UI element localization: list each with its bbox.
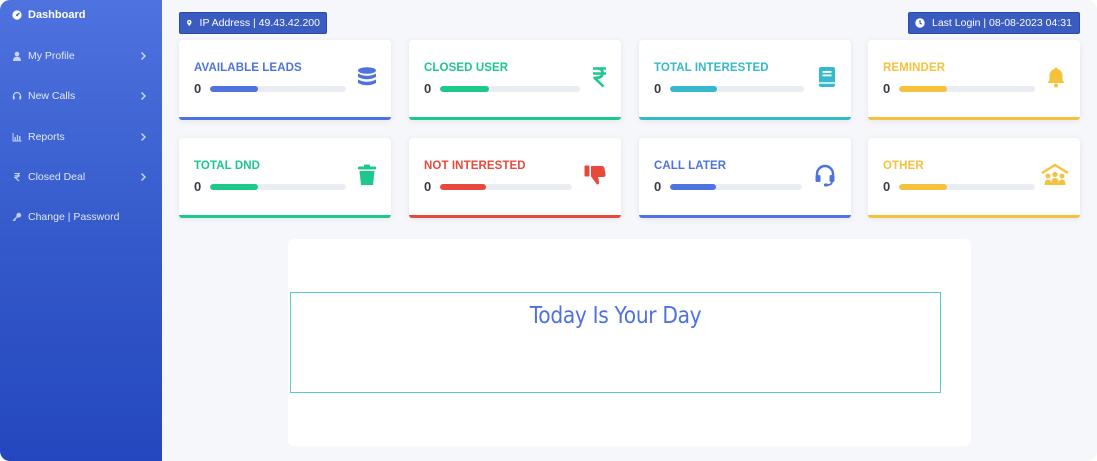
motivation-panel: Today Is Your Day	[288, 239, 971, 446]
card-accent-border	[409, 117, 621, 120]
card-progress-bar	[899, 86, 947, 92]
sidebar-item-dashboard[interactable]: Dashboard	[0, 0, 162, 35]
card-value: 0	[194, 179, 202, 194]
card-accent-border	[868, 117, 1080, 120]
card-progress-bar	[210, 86, 258, 92]
last-login-badge: Last Login | 08-08-2023 04:31	[908, 12, 1080, 34]
chevron-right-icon	[141, 52, 146, 60]
card-progress-bar	[670, 184, 717, 190]
database-icon	[355, 65, 379, 89]
card-progress-bar	[440, 184, 487, 190]
card-progress-track	[670, 86, 804, 92]
rupee-icon	[12, 172, 22, 182]
book-icon	[815, 65, 839, 89]
card-available-leads[interactable]: AVAILABLE LEADS 0	[179, 40, 391, 120]
card-label: REMINDER	[883, 62, 946, 74]
sidebar-item-change-password[interactable]: Change | Password	[0, 197, 162, 237]
card-accent-border	[639, 215, 851, 218]
card-progress-track	[670, 184, 802, 190]
card-not-interested[interactable]: NOT INTERESTED 0	[409, 138, 621, 218]
last-login-text: Last Login | 08-08-2023 04:31	[932, 17, 1072, 29]
card-reminder[interactable]: REMINDER 0	[868, 40, 1080, 120]
card-other[interactable]: OTHER 0	[868, 138, 1080, 218]
chevron-right-icon	[141, 173, 146, 181]
sidebar-item-label: Dashboard	[28, 9, 86, 21]
sidebar-item-new-calls[interactable]: New Calls	[0, 76, 162, 116]
card-value: 0	[883, 81, 891, 96]
map-marker-icon	[187, 19, 192, 27]
card-value: 0	[883, 179, 891, 194]
card-value: 0	[654, 179, 662, 194]
card-label: OTHER	[883, 160, 924, 172]
bell-icon	[1044, 65, 1068, 89]
quote-text: Today Is Your Day	[529, 303, 702, 329]
card-label: CALL LATER	[654, 160, 727, 172]
card-label: CLOSED USER	[424, 62, 509, 74]
card-closed-user[interactable]: CLOSED USER 0	[409, 40, 621, 120]
card-accent-border	[868, 215, 1080, 218]
card-accent-border	[179, 215, 391, 218]
dashboard-icon	[12, 10, 22, 20]
clock-icon	[915, 18, 925, 28]
chart-icon	[12, 132, 22, 142]
card-value: 0	[194, 81, 202, 96]
card-progress-bar	[899, 184, 947, 190]
card-total-interested[interactable]: TOTAL INTERESTED 0	[639, 40, 851, 120]
card-value: 0	[654, 81, 662, 96]
card-progress-track	[210, 86, 346, 92]
card-label: TOTAL DND	[194, 160, 261, 172]
app-frame: Dashboard My Profile New Calls Reports C…	[0, 0, 1097, 461]
card-accent-border	[409, 215, 621, 218]
card-value: 0	[424, 179, 432, 194]
card-progress-bar	[440, 86, 489, 92]
ip-address-text: IP Address | 49.43.42.200	[199, 17, 320, 29]
user-icon	[12, 51, 22, 61]
card-call-later[interactable]: CALL LATER 0	[639, 138, 851, 218]
headset-icon	[12, 91, 22, 101]
sidebar-item-reports[interactable]: Reports	[0, 117, 162, 157]
sidebar: Dashboard My Profile New Calls Reports C…	[0, 0, 162, 461]
card-accent-border	[179, 117, 391, 120]
thumbs-down-icon	[583, 163, 607, 187]
headset-icon	[813, 163, 837, 187]
ip-address-badge: IP Address | 49.43.42.200	[179, 12, 327, 34]
sidebar-item-label: Change | Password	[28, 211, 120, 223]
card-progress-track	[899, 184, 1035, 190]
card-label: AVAILABLE LEADS	[194, 62, 302, 74]
rupee-icon	[587, 65, 611, 89]
sidebar-item-label: New Calls	[28, 90, 76, 102]
card-progress-track	[210, 184, 346, 190]
card-progress-bar	[210, 184, 258, 190]
sidebar-item-closed-deal[interactable]: Closed Deal	[0, 157, 162, 197]
card-accent-border	[639, 117, 851, 120]
card-progress-bar	[670, 86, 717, 92]
people-roof-icon	[1040, 163, 1070, 187]
card-value: 0	[424, 81, 432, 96]
quote-box: Today Is Your Day	[290, 292, 941, 393]
card-progress-track	[899, 86, 1035, 92]
sidebar-item-my-profile[interactable]: My Profile	[0, 36, 162, 76]
card-label: NOT INTERESTED	[424, 160, 526, 172]
chevron-right-icon	[141, 92, 146, 100]
key-icon	[12, 212, 22, 222]
card-progress-track	[440, 184, 572, 190]
sidebar-item-label: Closed Deal	[28, 171, 86, 183]
trash-icon	[355, 163, 379, 187]
sidebar-item-label: My Profile	[28, 50, 75, 62]
chevron-right-icon	[141, 133, 146, 141]
card-label: TOTAL INTERESTED	[654, 62, 769, 74]
sidebar-item-label: Reports	[28, 131, 65, 143]
card-total-dnd[interactable]: TOTAL DND 0	[179, 138, 391, 218]
card-progress-track	[440, 86, 580, 92]
